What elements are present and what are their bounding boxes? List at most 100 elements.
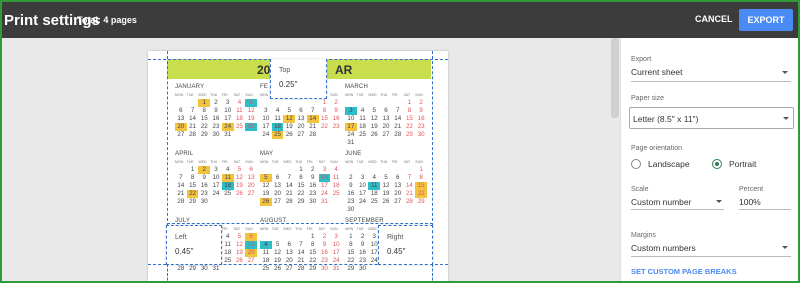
day-cell: 25 bbox=[359, 131, 366, 138]
preview-scrollbar[interactable] bbox=[611, 38, 619, 118]
margins-select[interactable]: Custom numbers bbox=[631, 243, 696, 253]
day-cell bbox=[404, 206, 416, 214]
day-cell: 7 bbox=[310, 107, 315, 114]
day-cell bbox=[260, 99, 272, 107]
left-margin-value[interactable]: 0.45" bbox=[175, 247, 193, 256]
day-cell: 2 bbox=[198, 166, 211, 174]
day-cell: 27 bbox=[382, 131, 390, 138]
day-cell bbox=[272, 99, 284, 107]
margin-guide-left-2[interactable] bbox=[167, 264, 168, 281]
day-cell: 11 bbox=[274, 115, 281, 122]
margins-underline bbox=[631, 256, 791, 257]
day-cell: 27 bbox=[394, 198, 402, 205]
percent-label: Percent bbox=[739, 186, 764, 193]
day-cell: 15 bbox=[347, 249, 355, 256]
day-cell: 28 bbox=[394, 131, 402, 138]
left-margin-label: Left bbox=[175, 234, 187, 241]
day-cell bbox=[392, 265, 404, 273]
day-cell: 21 bbox=[309, 123, 317, 130]
portrait-label[interactable]: Portrait bbox=[729, 159, 756, 169]
day-cell: 24 bbox=[221, 123, 234, 131]
export-select[interactable]: Current sheet bbox=[631, 67, 683, 77]
day-cell: 15 bbox=[320, 115, 328, 122]
paper-size-label: Paper size bbox=[631, 95, 665, 102]
day-cell: 16 bbox=[417, 115, 425, 122]
day-cell: 20 bbox=[382, 123, 390, 130]
day-cell: 19 bbox=[235, 182, 243, 189]
day-cell: 30 bbox=[320, 265, 328, 272]
day-cell: 14 bbox=[189, 115, 196, 122]
top-margin-box[interactable]: Top 0.25" bbox=[270, 59, 327, 99]
scale-select[interactable]: Custom number bbox=[631, 197, 691, 207]
day-grid: 1234567891011121314151617181920212223242… bbox=[345, 166, 427, 214]
top-margin-value[interactable]: 0.25" bbox=[279, 80, 297, 89]
portrait-radio[interactable] bbox=[712, 159, 722, 169]
day-cell: 2 bbox=[349, 174, 353, 181]
day-cell: 3 bbox=[322, 166, 327, 173]
day-cell: 14 bbox=[405, 182, 413, 189]
day-cell: 5 bbox=[237, 166, 242, 173]
day-cell bbox=[245, 265, 257, 273]
day-cell: 7 bbox=[395, 107, 400, 114]
day-cell bbox=[357, 206, 369, 214]
page-count: Total: 4 pages bbox=[77, 15, 137, 25]
day-cell: 15 bbox=[189, 182, 196, 189]
day-cell bbox=[272, 166, 284, 174]
day-cell: 7 bbox=[179, 174, 183, 181]
day-cell bbox=[392, 139, 404, 147]
month-block: APRIL MON TUE WED THU FRI SAT SUN 1 2 3 4 5 6 7 8 9 10 11 1… bbox=[175, 151, 257, 206]
margin-guide-right[interactable] bbox=[432, 51, 433, 226]
day-cell: 9 bbox=[349, 182, 353, 189]
day-cell bbox=[222, 265, 234, 273]
margin-guide-bottom[interactable] bbox=[167, 223, 433, 224]
day-cell: 18 bbox=[370, 190, 378, 197]
percent-input[interactable]: 100% bbox=[739, 197, 761, 207]
left-margin-box[interactable]: Left 0.45" bbox=[166, 225, 222, 265]
day-cell: 14 bbox=[285, 182, 293, 189]
landscape-radio[interactable] bbox=[631, 159, 641, 169]
month-block: MARCH MON TUE WED THU FRI SAT SUN 1 2 3 4 5 6 7 8 9 10 11 1… bbox=[345, 84, 427, 147]
day-grid: 1234567891011121314151617181920212223242… bbox=[175, 166, 257, 206]
landscape-label[interactable]: Landscape bbox=[648, 159, 690, 169]
day-cell: 18 bbox=[359, 123, 366, 130]
day-cell: 18 bbox=[221, 182, 234, 190]
right-margin-box[interactable]: Right 0.45" bbox=[378, 225, 433, 265]
day-cell: 29 bbox=[417, 198, 425, 205]
day-cell: 27 bbox=[247, 190, 255, 197]
day-cell: 5 bbox=[287, 107, 291, 114]
day-cell bbox=[380, 166, 392, 174]
settings-panel: Export Current sheet Paper size Letter (… bbox=[620, 38, 798, 281]
right-margin-value[interactable]: 0.45" bbox=[387, 247, 405, 256]
day-cell: 31 bbox=[347, 139, 355, 146]
day-cell: 3 bbox=[345, 107, 357, 115]
day-cell: 9 bbox=[360, 241, 365, 248]
day-cell: 4 bbox=[225, 233, 230, 240]
orientation-label: Page orientation bbox=[631, 145, 682, 152]
day-cell: 1 bbox=[349, 233, 353, 240]
margin-guide-right-2[interactable] bbox=[432, 264, 433, 281]
day-cell bbox=[283, 166, 295, 174]
day-cell: 8 bbox=[310, 241, 315, 248]
day-cell: 27 bbox=[177, 131, 185, 138]
day-cell: 9 bbox=[202, 174, 206, 181]
day-cell: 4 bbox=[372, 174, 376, 181]
margin-guide-left[interactable] bbox=[167, 51, 168, 226]
day-cell bbox=[222, 198, 234, 206]
day-cell: 30 bbox=[309, 198, 317, 205]
day-cell: 22 bbox=[320, 123, 328, 130]
day-cell bbox=[260, 233, 272, 241]
cancel-button[interactable]: CANCEL bbox=[695, 14, 733, 24]
day-cell: 26 bbox=[370, 131, 378, 138]
day-cell: 30 bbox=[417, 131, 425, 138]
day-cell bbox=[272, 233, 284, 241]
export-button[interactable]: EXPORT bbox=[739, 9, 793, 31]
day-cell bbox=[175, 99, 187, 107]
custom-page-breaks-link[interactable]: SET CUSTOM PAGE BREAKS bbox=[631, 267, 737, 276]
day-cell: 1 bbox=[299, 166, 303, 173]
day-cell: 31 bbox=[212, 265, 220, 272]
day-cell: 10 bbox=[318, 174, 331, 182]
day-cell: 24 bbox=[320, 190, 328, 197]
day-cell bbox=[330, 131, 342, 139]
paper-size-select[interactable]: Letter (8.5" x 11") bbox=[629, 107, 794, 129]
day-cell: 30 bbox=[212, 131, 220, 138]
